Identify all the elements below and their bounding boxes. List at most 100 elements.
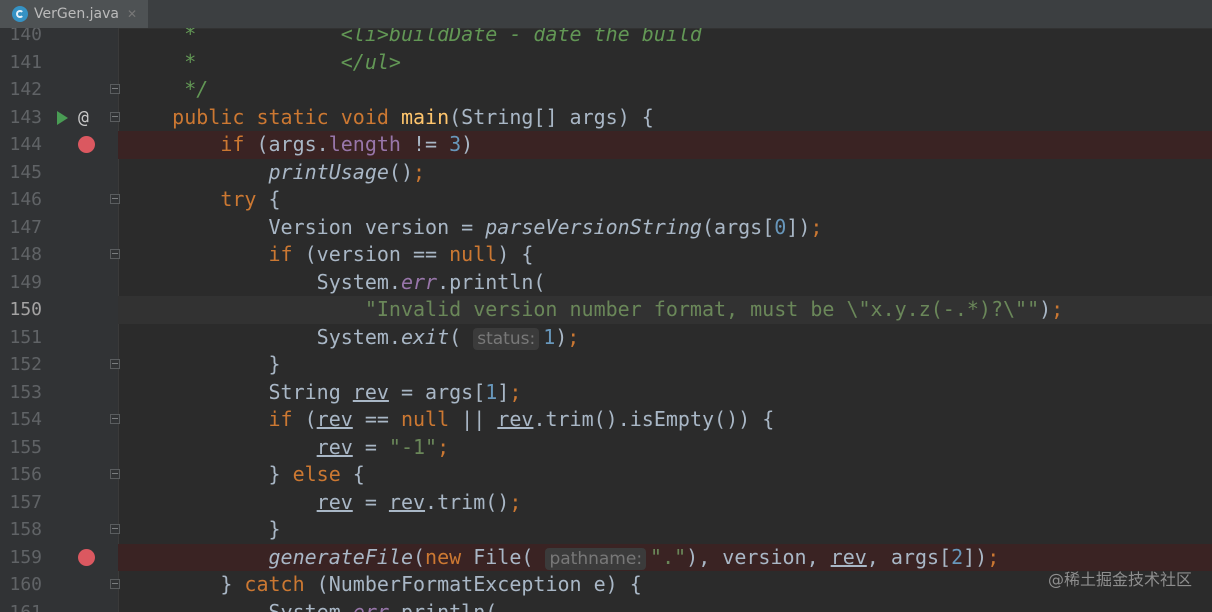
code-line[interactable]: 160 } catch (NumberFormatException e) { [0,571,1212,599]
close-icon[interactable]: ✕ [127,7,137,21]
code-token: rev [388,489,426,514]
line-number: 146 [9,189,42,210]
code-token: if [124,407,305,431]
code-token: ) [461,132,474,156]
watermark: @稀土掘金技术社区 [1047,570,1192,589]
fold-icon[interactable] [110,359,120,369]
code-token: if [124,242,305,266]
code-line[interactable]: 148 if (version == null) { [0,241,1212,269]
file-tab[interactable]: VerGen.java ✕ [0,0,148,28]
code-token: ] [497,379,510,404]
fold-icon[interactable] [110,111,120,122]
code-line[interactable]: 149 System.err.println( [0,269,1212,297]
code-token: ( [304,407,317,431]
fold-icon[interactable] [110,249,120,259]
annotation-gutter-icon[interactable]: @ [78,104,89,132]
code-text: try { [124,186,280,214]
code-token: { [352,462,365,486]
code-line[interactable]: 140 * <li>buildDate - date the build [0,28,1212,49]
code-token: == [352,407,401,431]
code-text: * </ul> [124,49,401,77]
line-number: 148 [9,244,42,265]
code-line[interactable]: 158 } [0,516,1212,544]
code-token: != [400,132,450,156]
line-number: 161 [9,601,42,612]
code-token: * <li>buildDate - date the build [124,28,702,46]
code-token: .trim().isEmpty()) { [533,407,775,431]
code-token: (version == [304,242,450,266]
code-token: else [292,462,353,486]
code-token: (args[ [701,214,775,239]
line-number: 143 [9,106,42,128]
code-line[interactable]: 151 System.exit( status: 1); [0,324,1212,352]
line-number: 155 [9,436,42,458]
code-token: */ [124,77,209,101]
code-line[interactable]: 141 * </ul> [0,49,1212,77]
code-line[interactable]: 144 if (args.length != 3) [0,131,1212,159]
code-token: = [352,489,389,514]
code-token: = [352,434,389,459]
fold-icon[interactable] [110,414,120,424]
code-line[interactable]: 153 String rev = args[1]; [0,379,1212,407]
code-token: System. [124,324,401,349]
fold-icon[interactable] [110,469,120,479]
code-text: } [124,351,280,379]
line-number: 160 [9,574,42,595]
code-token: 3 [449,132,462,156]
line-number: 152 [9,354,42,375]
line-number: 151 [9,326,42,348]
code-token: File( [473,544,546,569]
code-text: * <li>buildDate - date the build [124,28,702,49]
code-line[interactable]: 156 } else { [0,461,1212,489]
code-line[interactable]: 145 printUsage(); [0,159,1212,187]
code-token: try [124,187,269,211]
code-text: } [124,516,280,544]
line-number: 147 [9,216,42,238]
code-token: } [124,462,293,486]
line-number: 142 [9,79,42,100]
code-token: "-1" [388,434,438,459]
code-token: System. [124,599,353,612]
file-tab-label: VerGen.java [34,6,119,22]
line-number: 144 [9,134,42,155]
line-number: 141 [9,51,42,73]
code-text: String rev = args[1]; [124,379,521,407]
code-line[interactable]: 161 System.err.println( [0,599,1212,612]
line-number: 149 [9,271,42,293]
breakpoint-icon[interactable] [78,548,95,566]
code-token: ; [987,544,1000,569]
fold-icon[interactable] [110,579,120,589]
code-token: .trim() [425,489,510,514]
code-line[interactable]: 150 "Invalid version number format, must… [0,296,1212,324]
code-text: rev = "-1"; [124,434,449,462]
java-class-icon [12,6,28,22]
code-line[interactable]: 155 rev = "-1"; [0,434,1212,462]
code-token: ; [437,434,450,459]
parameter-hint: pathname: [545,547,647,570]
breakpoint-icon[interactable] [78,136,95,153]
fold-icon[interactable] [110,194,120,204]
code-line[interactable]: 146 try { [0,186,1212,214]
code-line[interactable]: 147 Version version = parseVersionString… [0,214,1212,242]
code-token: rev [497,407,534,431]
code-token: ) [555,324,568,349]
code-token: printUsage [124,159,389,184]
code-line[interactable]: 142 */ [0,76,1212,104]
code-line[interactable]: 143 @ public static void main(String[] ar… [0,104,1212,132]
code-token: "." [650,544,687,569]
code-token: 2 [951,544,964,569]
code-line[interactable]: 157 rev = rev.trim(); [0,489,1212,517]
run-gutter-icon[interactable] [57,110,68,125]
code-line[interactable]: 159 generateFile(new File( pathname: ".")… [0,543,1212,571]
code-editor[interactable]: 140 * <li>buildDate - date the build 141 … [0,28,1212,612]
code-text: rev = rev.trim(); [124,489,522,517]
code-line[interactable]: 154 if (rev == null || rev.trim().isEmpt… [0,406,1212,434]
code-token: rev [830,544,867,569]
code-text: if (version == null) { [124,241,533,269]
fold-icon[interactable] [110,524,120,534]
fold-icon[interactable] [110,84,120,94]
parameter-hint: status: [473,327,540,350]
code-line[interactable]: 152 } [0,351,1212,379]
